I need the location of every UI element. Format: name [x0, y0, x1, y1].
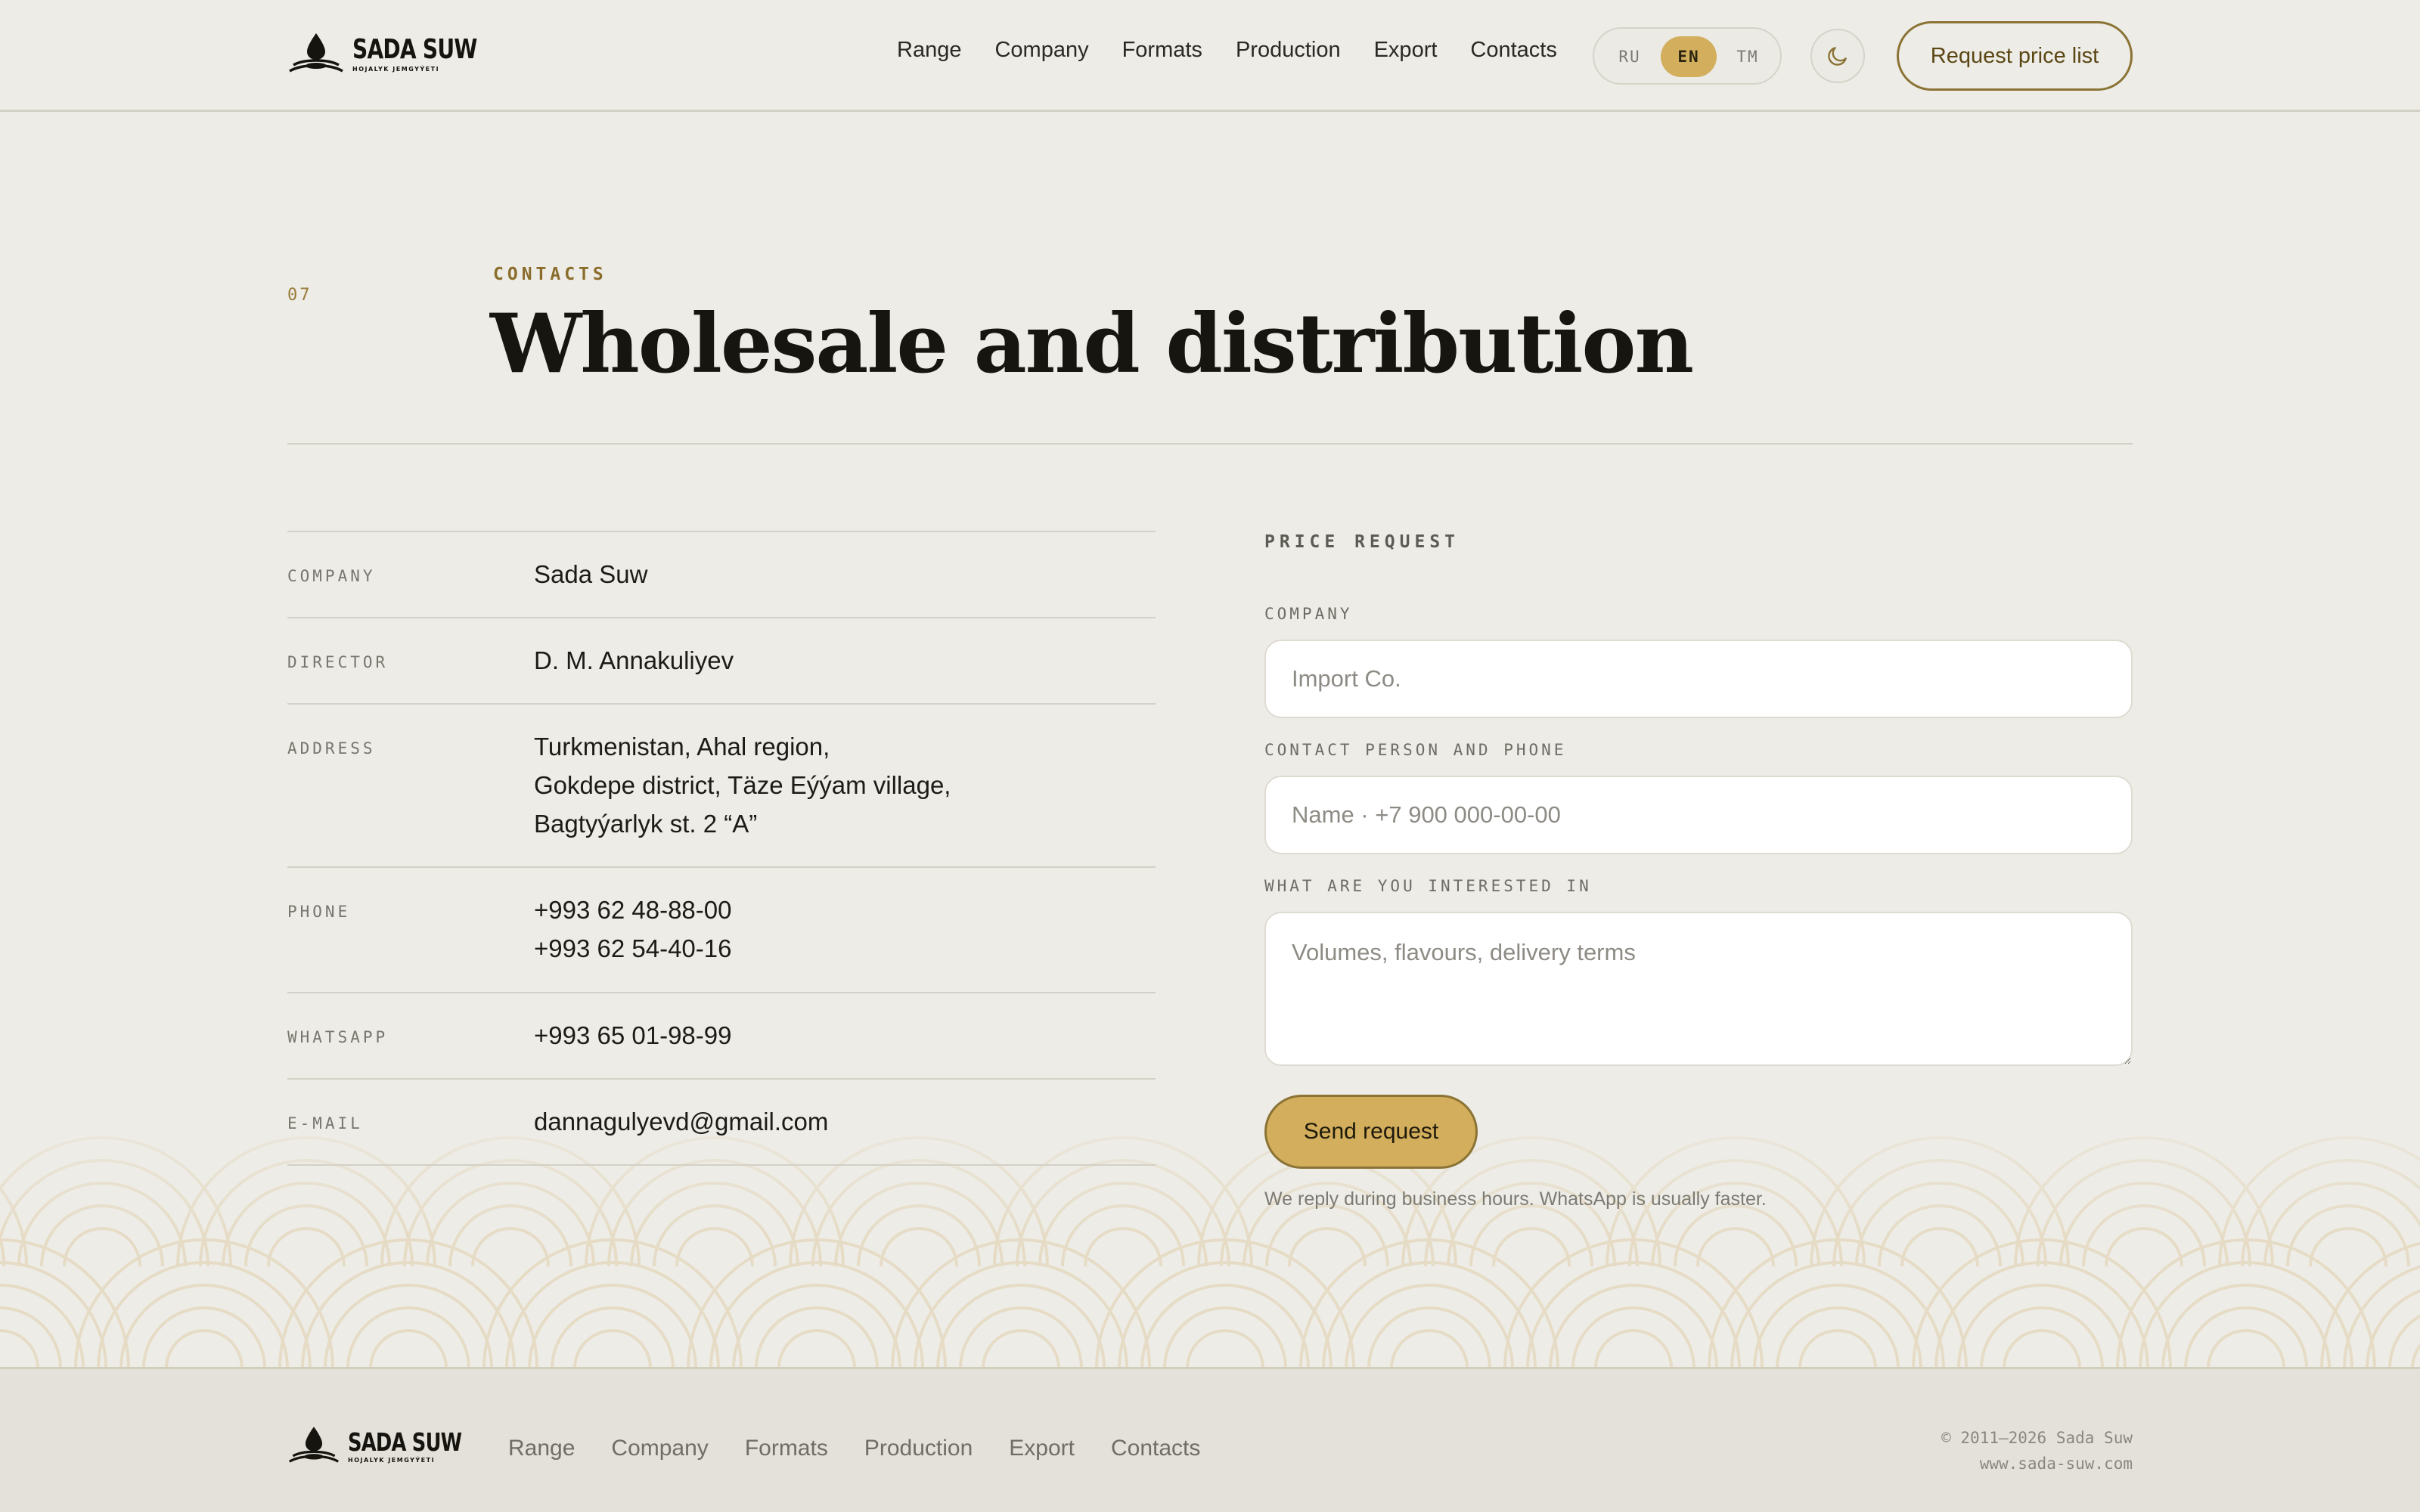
- brand-name: SADA SUW: [352, 34, 477, 65]
- site-footer: SADA SUW HOJALYK JEMGYÝETI Range Company…: [0, 1367, 2420, 1512]
- contact-person-label: CONTACT PERSON AND PHONE: [1264, 741, 1567, 759]
- footer-link-production[interactable]: Production: [864, 1436, 973, 1461]
- contact-row-whatsapp: WHATSAPP +993 65 01-98-99: [287, 992, 1156, 1078]
- whatsapp-link[interactable]: +993 65 01-98-99: [534, 1016, 731, 1055]
- request-price-list-button[interactable]: Request price list: [1897, 21, 2133, 91]
- moon-icon: [1828, 47, 1847, 66]
- lang-option-ru[interactable]: RU: [1602, 36, 1658, 77]
- website-link[interactable]: www.sada-suw.com: [1941, 1451, 2133, 1476]
- contact-value-phones: +993 62 48-88-00 +993 62 54-40-16: [534, 891, 731, 968]
- contact-person-input[interactable]: [1264, 776, 2133, 854]
- interest-textarea[interactable]: [1264, 912, 2133, 1066]
- contact-key: E-MAIL: [287, 1114, 363, 1132]
- section-eyebrow: CONTACTS: [493, 265, 607, 284]
- address-line: Gokdepe district, Täze Eýýam village,: [534, 771, 951, 799]
- nav-link-production[interactable]: Production: [1236, 38, 1341, 63]
- footer-brand-logo[interactable]: SADA SUW HOJALYK JEMGYÝETI: [287, 1425, 494, 1467]
- footer-link-company[interactable]: Company: [611, 1436, 708, 1461]
- contact-row-director: DIRECTOR D. M. Annakuliyev: [287, 617, 1156, 703]
- site-header: SADA SUW HOJALYK JEMGYÝETI Range Company…: [0, 0, 2420, 112]
- form-title: PRICE REQUEST: [1264, 532, 1460, 552]
- footer-link-export[interactable]: Export: [1009, 1436, 1075, 1461]
- water-drop-logo-icon: [288, 1427, 340, 1463]
- lang-option-tm[interactable]: TM: [1720, 36, 1776, 77]
- brand-subtitle: HOJALYK JEMGYÝETI: [352, 66, 440, 73]
- page-title: Wholesale and distribution: [490, 296, 1694, 392]
- nav-link-company[interactable]: Company: [994, 38, 1088, 63]
- company-input[interactable]: [1264, 640, 2133, 718]
- footer-link-contacts[interactable]: Contacts: [1111, 1436, 1200, 1461]
- interest-label: WHAT ARE YOU INTERESTED IN: [1264, 877, 1592, 895]
- footer-link-range[interactable]: Range: [508, 1436, 575, 1461]
- email-link[interactable]: dannagulyevd@gmail.com: [534, 1102, 828, 1141]
- footer-brand-name: SADA SUW: [348, 1427, 462, 1457]
- footer-nav: Range Company Formats Production Export …: [508, 1436, 1200, 1461]
- water-drop-logo-icon: [289, 33, 343, 73]
- contact-key: ADDRESS: [287, 739, 376, 758]
- send-request-button[interactable]: Send request: [1264, 1095, 1478, 1169]
- footer-link-formats[interactable]: Formats: [745, 1436, 828, 1461]
- footer-meta: © 2011—2026 Sada Suw www.sada-suw.com: [1941, 1425, 2133, 1476]
- contact-key: PHONE: [287, 903, 351, 921]
- address-line: Turkmenistan, Ahal region,: [534, 733, 830, 761]
- contact-row-email: E-MAIL dannagulyevd@gmail.com: [287, 1078, 1156, 1166]
- contact-row-address: ADDRESS Turkmenistan, Ahal region, Gokde…: [287, 703, 1156, 866]
- brand-logo[interactable]: SADA SUW HOJALYK JEMGYÝETI: [287, 32, 512, 77]
- copyright-text: © 2011—2026 Sada Suw: [1941, 1429, 2133, 1447]
- contact-key: WHATSAPP: [287, 1028, 389, 1046]
- main-nav: Range Company Formats Production Export …: [897, 38, 1557, 63]
- nav-link-range[interactable]: Range: [897, 38, 961, 63]
- nav-link-contacts[interactable]: Contacts: [1470, 38, 1556, 63]
- nav-link-formats[interactable]: Formats: [1122, 38, 1202, 63]
- phone-link[interactable]: +993 62 54-40-16: [534, 929, 731, 968]
- contact-row-phone: PHONE +993 62 48-88-00 +993 62 54-40-16: [287, 866, 1156, 992]
- title-divider: [287, 443, 2133, 445]
- contact-row-company: COMPANY Sada Suw: [287, 531, 1156, 617]
- section-number: 07: [287, 286, 312, 305]
- phone-link[interactable]: +993 62 48-88-00: [534, 891, 731, 929]
- contact-key: COMPANY: [287, 567, 376, 585]
- footer-brand-subtitle: HOJALYK JEMGYÝETI: [348, 1456, 436, 1464]
- theme-toggle-button[interactable]: [1810, 29, 1865, 83]
- contact-value: D. M. Annakuliyev: [534, 646, 734, 674]
- form-note: We reply during business hours. WhatsApp…: [1264, 1188, 1767, 1210]
- contact-value: Sada Suw: [534, 560, 648, 588]
- company-label: COMPANY: [1264, 605, 1353, 623]
- contact-value-address: Turkmenistan, Ahal region, Gokdepe distr…: [534, 727, 951, 843]
- nav-link-export[interactable]: Export: [1374, 38, 1438, 63]
- address-line: Bagtyýarlyk st. 2 “A”: [534, 810, 758, 838]
- language-switcher: RU EN TM: [1593, 27, 1782, 85]
- contact-info-list: COMPANY Sada Suw DIRECTOR D. M. Annakuli…: [287, 531, 1156, 1166]
- lang-option-en-active[interactable]: EN: [1661, 36, 1717, 77]
- contact-key: DIRECTOR: [287, 653, 389, 671]
